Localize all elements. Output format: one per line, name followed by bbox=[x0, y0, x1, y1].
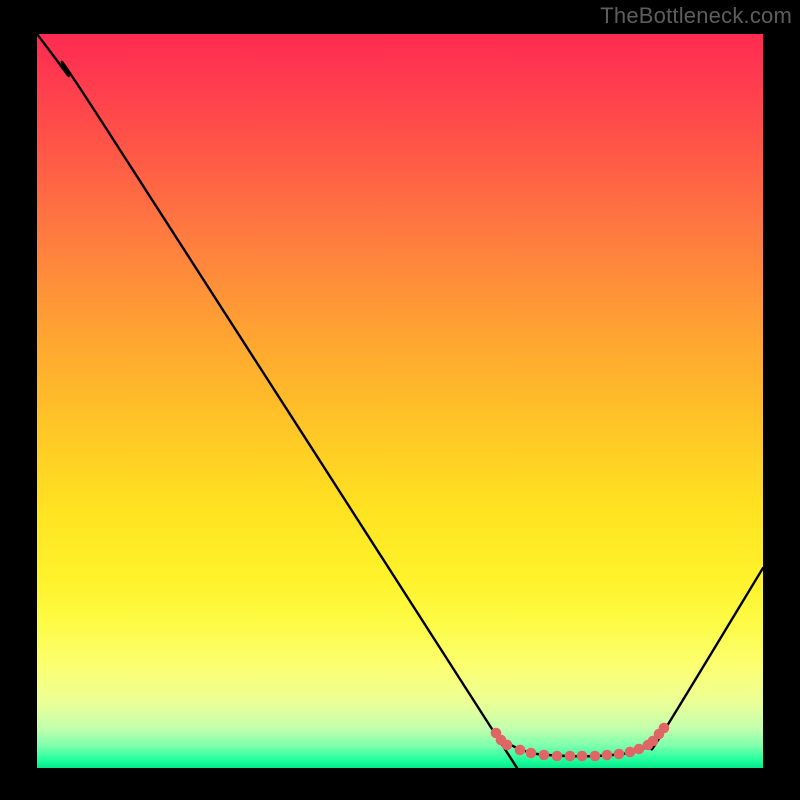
marker-dot bbox=[602, 750, 613, 761]
bottleneck-curve bbox=[37, 34, 763, 768]
marker-dot bbox=[515, 745, 526, 756]
marker-group bbox=[491, 723, 670, 762]
marker-dot bbox=[577, 751, 588, 762]
curve-line bbox=[37, 34, 763, 768]
marker-dot bbox=[526, 748, 537, 759]
marker-dot bbox=[614, 749, 625, 760]
marker-dot bbox=[659, 723, 670, 734]
marker-dot bbox=[590, 751, 601, 762]
marker-dot bbox=[502, 740, 513, 751]
plot-area bbox=[37, 34, 763, 768]
marker-dot bbox=[625, 747, 636, 758]
marker-dot bbox=[565, 751, 576, 762]
marker-dot bbox=[552, 751, 563, 762]
marker-dot bbox=[539, 750, 550, 761]
watermark-text: TheBottleneck.com bbox=[600, 3, 792, 29]
chart-frame: TheBottleneck.com bbox=[0, 0, 800, 800]
